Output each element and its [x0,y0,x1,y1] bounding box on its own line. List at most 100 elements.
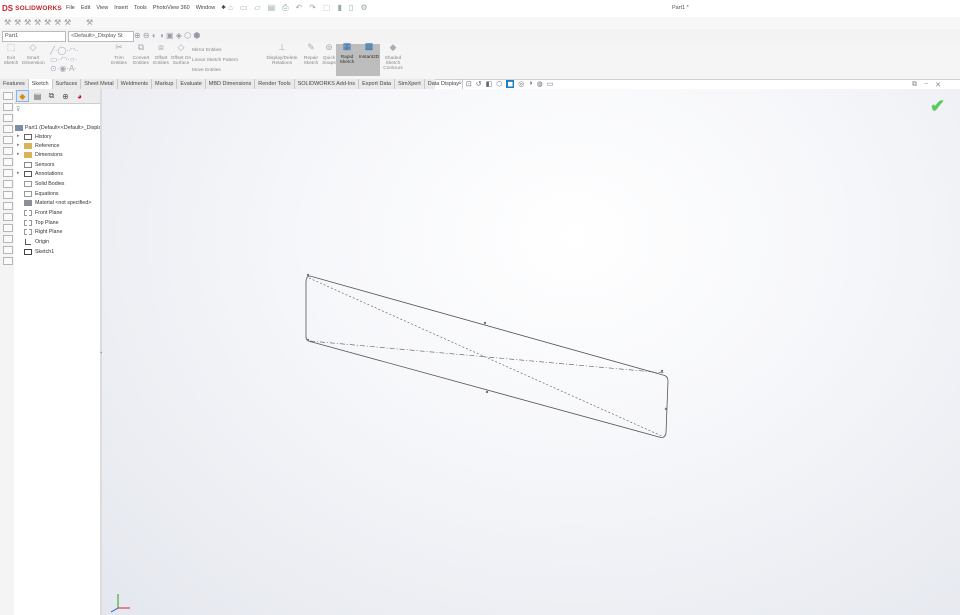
more-tool-icon[interactable]: ⚒ [64,18,71,27]
instant2d-button[interactable]: ▩ Instant2D [358,42,380,76]
view-settings-icon[interactable]: ▭ [547,80,554,88]
offset-on-surface-button[interactable]: ◇ Offset On Surface [170,43,192,67]
redo-icon[interactable]: ↷ [309,3,316,13]
rapid-sketch-button[interactable]: ▦ Rapid Sketch [336,42,358,76]
strip-icon[interactable] [3,125,13,133]
display-delete-relations-button[interactable]: ⊥ Display/Delete Relations [264,43,300,67]
tool-icon[interactable]: ⚒ [14,18,21,27]
open-icon[interactable]: ▱ [254,3,260,13]
tab-surfaces[interactable]: Surfaces [53,79,82,89]
tab-mbd-dimensions[interactable]: MBD Dimensions [206,79,256,89]
strip-icon[interactable] [3,158,13,166]
tree-item-right-plane[interactable]: Right Plane [14,228,100,237]
sketch-canvas[interactable] [102,89,960,615]
sketch-point[interactable] [306,338,310,342]
tree-item-dimensions[interactable]: ▸ Dimensions [14,151,100,160]
configuration-manager-tab-icon[interactable]: ⧉ [46,91,57,101]
strip-icon[interactable] [3,246,13,254]
wrench-icon[interactable]: ⚒ [24,18,31,27]
menu-edit[interactable]: Edit [81,5,90,11]
tree-item-annotations[interactable]: ▸ Annotations [14,170,100,179]
tab-export-data[interactable]: Export Data [359,79,396,89]
check-icon[interactable]: ✔ [930,96,945,117]
dimxpert-tab-icon[interactable]: ⊕ [60,91,71,101]
hammer-icon[interactable]: ⚒ [4,18,11,27]
rebuild-icon[interactable]: ▮ [338,3,342,13]
convert-entities-button[interactable]: ⧉ Convert Entities [130,43,152,67]
tab-weldments[interactable]: Weldments [118,79,153,89]
strip-icon[interactable] [3,257,13,265]
undo-icon[interactable]: ↶ [296,3,303,13]
sketch-point[interactable] [306,273,310,277]
new-document-icon[interactable]: ▭ [240,3,248,13]
expand-icon[interactable]: ▸ [17,142,20,148]
view-orientation-icon[interactable]: ⬡ [496,80,502,88]
display-manager-tab-icon[interactable]: ◕ [74,91,85,101]
strip-icon[interactable] [3,92,13,100]
feature-manager-tab-icon[interactable]: ◆ [16,90,29,102]
shaded-sketch-contours-button[interactable]: ◆ Shaded Sketch Contours [380,43,406,72]
restore-icon[interactable]: ⧉ [912,81,917,89]
tab-solidworks-addins[interactable]: SOLIDWORKS Add-Ins [295,79,360,89]
part-combo[interactable]: Part1 [2,31,66,42]
appearance-icon[interactable]: ◑ [528,80,532,88]
display-state-combo[interactable]: <Default>_Display St [68,31,134,42]
zoom-to-fit-icon[interactable]: ⌕ [458,80,462,88]
tree-item-sensors[interactable]: Sensors [14,161,100,170]
tree-item-origin[interactable]: Origin [14,238,100,247]
sketch-point[interactable] [660,369,664,373]
file-properties-icon[interactable]: ▯ [349,3,353,13]
minimize-icon[interactable]: − [924,81,928,89]
tab-evaluate[interactable]: Evaluate [177,79,206,89]
construction-line[interactable] [309,340,666,374]
scene-icon[interactable]: ◍ [537,80,543,88]
trim-entities-button[interactable]: ✂ Trim Entities [108,43,130,67]
menu-window[interactable]: Window [196,5,216,11]
tab-render-tools[interactable]: Render Tools [255,79,295,89]
select-icon[interactable]: ⬚ [323,3,331,13]
tree-item-history[interactable]: ▸ History [14,133,100,142]
tab-features[interactable]: Features [0,79,29,89]
strip-icon[interactable] [3,180,13,188]
tree-item-sketch1[interactable]: Sketch1 [14,248,100,257]
sketch-point[interactable] [664,407,668,411]
menu-insert[interactable]: Insert [114,5,128,11]
solidworks-logo[interactable]: DS SOLIDWORKS [2,3,62,14]
mirror-entities-button[interactable]: Mirror Entities [192,46,238,56]
tree-item-top-plane[interactable]: Top Plane [14,219,100,228]
strip-icon[interactable] [3,147,13,155]
extra-tool-icon[interactable]: ⚒ [54,18,61,27]
strip-icon[interactable] [3,213,13,221]
strip-icon[interactable] [3,169,13,177]
zoom-area-icon[interactable]: ⊡ [466,80,472,88]
tab-simxpert[interactable]: SimXpert [395,79,425,89]
print-icon[interactable]: ⎙ [282,3,288,13]
help-tool-icon[interactable]: ⚒ [86,18,93,27]
section-view-icon[interactable]: ◧ [486,80,493,88]
tab-markup[interactable]: Markup [152,79,178,89]
save-icon[interactable]: ▤ [268,3,276,13]
strip-icon[interactable] [3,114,13,122]
filter-tool-icon[interactable]: ⚒ [44,18,51,27]
sketch-point[interactable] [485,390,489,394]
expand-icon[interactable]: ▸ [17,133,20,139]
sketch-entity-tools[interactable]: ╱·◯·◠· ▭·◠·○· ⊙·◉·A· [50,46,79,73]
previous-view-icon[interactable]: ↺ [476,80,482,88]
home-icon[interactable]: ⌂ [228,3,233,13]
hide-show-icon[interactable]: ◎ [518,80,524,88]
menu-photoview[interactable]: PhotoView 360 [153,5,190,11]
tree-item-front-plane[interactable]: Front Plane [14,209,100,218]
expand-icon[interactable]: ▸ [17,151,20,157]
sketch-tool-icon[interactable]: ⚒ [34,18,41,27]
offset-entities-button[interactable]: ⧈ Offset Entities [150,43,172,67]
strip-icon[interactable] [3,202,13,210]
menu-tools[interactable]: Tools [134,5,147,11]
expand-icon[interactable]: ▸ [17,170,20,176]
filter-icon[interactable]: ⊽ [16,106,20,113]
tree-part-root[interactable]: Part1 (Default<<Default>_Display State 1… [14,124,127,133]
move-entities-button[interactable]: Move Entities [192,66,238,76]
sketch-point[interactable] [483,321,487,325]
menu-file[interactable]: File [66,5,75,11]
strip-icon[interactable] [3,103,13,111]
graphics-viewport[interactable] [102,89,960,615]
